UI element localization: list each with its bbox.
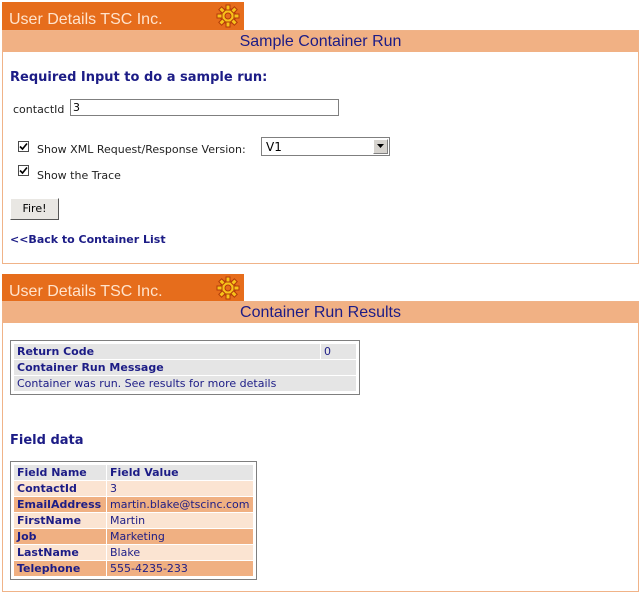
table-row: Telephone 555-4235-233 <box>13 560 254 577</box>
table-row: ContactId 3 <box>13 480 254 497</box>
field-name: LastName <box>13 544 107 561</box>
results-panel: Container Run Results Return Code 0 Cont… <box>2 301 639 592</box>
contact-id-label: contactId <box>13 103 65 116</box>
field-value: martin.blake@tscinc.com <box>106 496 254 513</box>
return-code-label: Return Code <box>13 343 321 360</box>
field-name: Job <box>13 528 107 545</box>
brand-title: User Details TSC Inc. <box>9 283 163 300</box>
brand-header: User Details TSC Inc. <box>2 2 244 30</box>
show-xml-label: Show XML Request/Response Version: <box>37 143 246 156</box>
field-data-heading: Field data <box>10 433 84 448</box>
back-to-container-list-link[interactable]: <<Back to Container List <box>10 233 166 246</box>
show-trace-checkbox[interactable] <box>18 165 29 176</box>
section-title: Sample Container Run <box>3 30 638 52</box>
field-name: EmailAddress <box>13 496 107 513</box>
gear-icon <box>216 4 240 28</box>
table-row: FirstName Martin <box>13 512 254 529</box>
column-header: Field Name <box>13 464 107 481</box>
contact-id-input[interactable] <box>70 99 339 116</box>
fire-button[interactable]: Fire! <box>10 198 59 220</box>
field-value: 555-4235-233 <box>106 560 254 577</box>
field-name: Telephone <box>13 560 107 577</box>
required-input-heading: Required Input to do a sample run: <box>10 70 268 85</box>
run-message-value: Container was run. See results for more … <box>13 375 357 392</box>
show-xml-checkbox[interactable] <box>18 141 29 152</box>
field-name: FirstName <box>13 512 107 529</box>
check-icon <box>19 166 28 175</box>
table-row: LastName Blake <box>13 544 254 561</box>
gear-icon <box>216 276 240 300</box>
return-code-value: 0 <box>320 343 357 360</box>
table-header-row: Field Name Field Value <box>13 464 254 481</box>
show-trace-label: Show the Trace <box>37 169 121 182</box>
version-selected: V1 <box>266 140 282 154</box>
brand-header: User Details TSC Inc. <box>2 274 244 302</box>
section-title: Container Run Results <box>3 301 638 323</box>
brand-title: User Details TSC Inc. <box>9 11 163 28</box>
chevron-down-icon <box>377 144 384 148</box>
return-code-table: Return Code 0 Container Run Message Cont… <box>10 340 360 395</box>
run-message-label: Container Run Message <box>13 359 357 376</box>
field-data-table: Field Name Field Value ContactId 3 Email… <box>10 461 257 580</box>
field-name: ContactId <box>13 480 107 497</box>
column-header: Field Value <box>106 464 254 481</box>
version-select[interactable]: V1 <box>261 137 390 156</box>
field-value: Martin <box>106 512 254 529</box>
dropdown-button[interactable] <box>373 139 388 154</box>
field-value: Blake <box>106 544 254 561</box>
table-row: EmailAddress martin.blake@tscinc.com <box>13 496 254 513</box>
check-icon <box>19 142 28 151</box>
field-value: 3 <box>106 480 254 497</box>
field-value: Marketing <box>106 528 254 545</box>
sample-run-panel: Sample Container Run Required Input to d… <box>2 30 639 264</box>
table-row: Job Marketing <box>13 528 254 545</box>
